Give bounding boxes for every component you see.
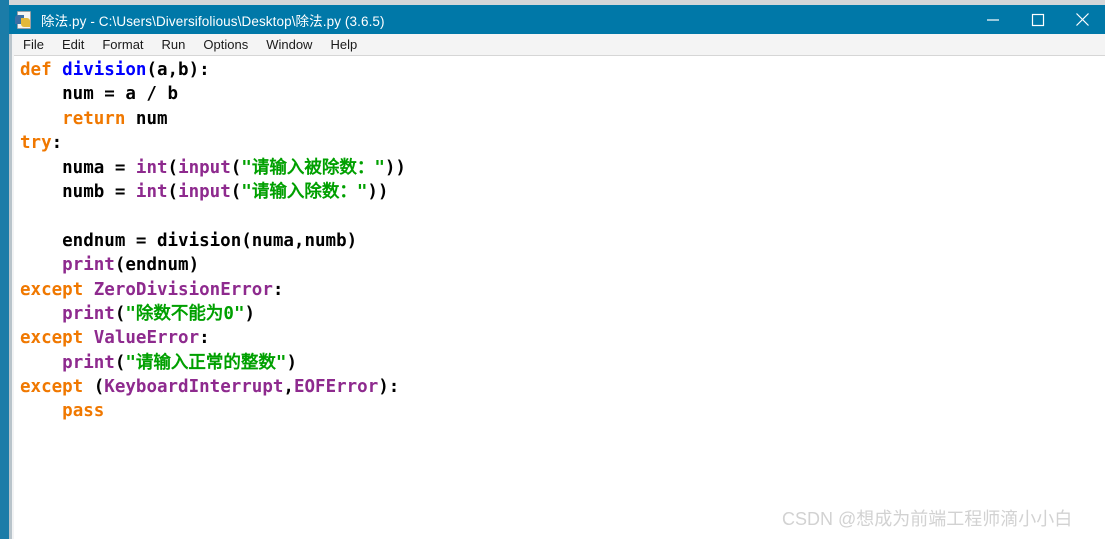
code-token: "除数不能为0" [125,303,245,324]
code-line: print("除数不能为0") [20,302,406,326]
code-token: : [199,328,210,349]
code-line: numb = int(input("请输入除数：")) [20,180,406,204]
menu-item-help[interactable]: Help [321,34,366,55]
code-line: pass [20,399,406,423]
window-title: 除法.py - C:\Users\Diversifolious\Desktop\… [41,13,385,29]
code-line: try: [20,131,406,155]
code-token: print [62,303,115,324]
code-token: ): [378,377,400,398]
code-token: pass [62,401,105,422]
code-token: )) [367,181,389,202]
code-line: except ZeroDivisionError: [20,278,406,302]
code-line: except ValueError: [20,326,406,350]
maximize-button[interactable] [1015,5,1060,34]
code-token: numa = [20,157,136,178]
code-line: except (KeyboardInterrupt,EOFError): [20,375,406,399]
code-token: print [62,255,115,276]
code-token: : [51,133,63,154]
code-line: def division(a,b): [20,58,406,82]
code-line [20,204,406,228]
code-token: ( [230,181,242,202]
code-token: endnum = division(numa,numb) [20,230,358,251]
code-line: numa = int(input("请输入被除数：")) [20,156,406,180]
code-token: ) [286,352,298,373]
csdn-watermark: CSDN @想成为前端工程师滴小小白 [782,509,1073,529]
code-token: KeyboardInterrupt [104,377,284,398]
code-line: print(endnum) [20,253,406,277]
code-editor-area[interactable]: def division(a,b): num = a / b return nu… [14,56,1105,539]
code-token: ValueError [93,328,200,349]
code-token: num = a / b [20,84,179,105]
menu-item-window[interactable]: Window [257,34,321,55]
code-token: numb = [20,181,136,202]
code-token: ( [114,303,126,324]
code-line: print("请输入正常的整数") [20,351,406,375]
code-token: (a,b): [146,60,210,80]
code-token: ( [83,377,105,398]
code-token: input [178,157,231,178]
window-left-frame [0,0,9,539]
source-code[interactable]: def division(a,b): num = a / b return nu… [20,58,406,424]
menu-item-run[interactable]: Run [153,34,195,55]
code-token: print [62,352,115,373]
code-token: "请输入正常的整数" [125,352,287,373]
code-token: division [62,60,147,80]
menu-item-format[interactable]: Format [93,34,152,55]
maximize-icon [1031,13,1044,26]
title-bar[interactable]: 除法.py - C:\Users\Diversifolious\Desktop\… [9,5,1105,34]
code-token: ( [230,157,242,178]
menu-item-options[interactable]: Options [194,34,257,55]
code-line: endnum = division(numa,numb) [20,229,406,253]
minimize-button[interactable] [970,5,1015,34]
menu-item-edit[interactable]: Edit [53,34,93,55]
code-token: ZeroDivisionError [93,279,273,300]
close-button[interactable] [1060,5,1105,34]
code-token: (endnum) [114,255,200,276]
code-token: )) [384,157,406,178]
menu-bar: File Edit Format Run Options Window Help [14,34,1105,56]
code-token: except [20,328,84,349]
idle-editor-window: 除法.py - C:\Users\Diversifolious\Desktop\… [0,0,1105,539]
code-token: ( [167,157,179,178]
window-controls [970,5,1105,34]
code-line: num = a / b [20,82,406,106]
code-token: EOFError [293,377,379,398]
code-token: ( [114,352,126,373]
code-token: "请输入除数：" [241,181,368,202]
code-token: "请输入被除数：" [241,157,385,178]
code-token: try [20,133,52,154]
code-token: num [125,108,168,129]
code-token: , [283,377,294,398]
code-line: return num [20,107,406,131]
code-token: : [272,279,284,300]
code-token: return [62,108,126,129]
code-token: ( [167,181,179,202]
menu-item-file[interactable]: File [14,34,53,55]
code-token: int [135,157,168,178]
code-token: def [20,60,52,80]
code-token: except [20,279,84,300]
code-token: except [20,377,84,398]
code-token: input [178,181,231,202]
python-file-icon [15,10,33,29]
code-token: ) [244,303,256,324]
close-icon [1076,13,1089,26]
minimize-icon [986,18,999,21]
code-token: int [135,181,168,202]
